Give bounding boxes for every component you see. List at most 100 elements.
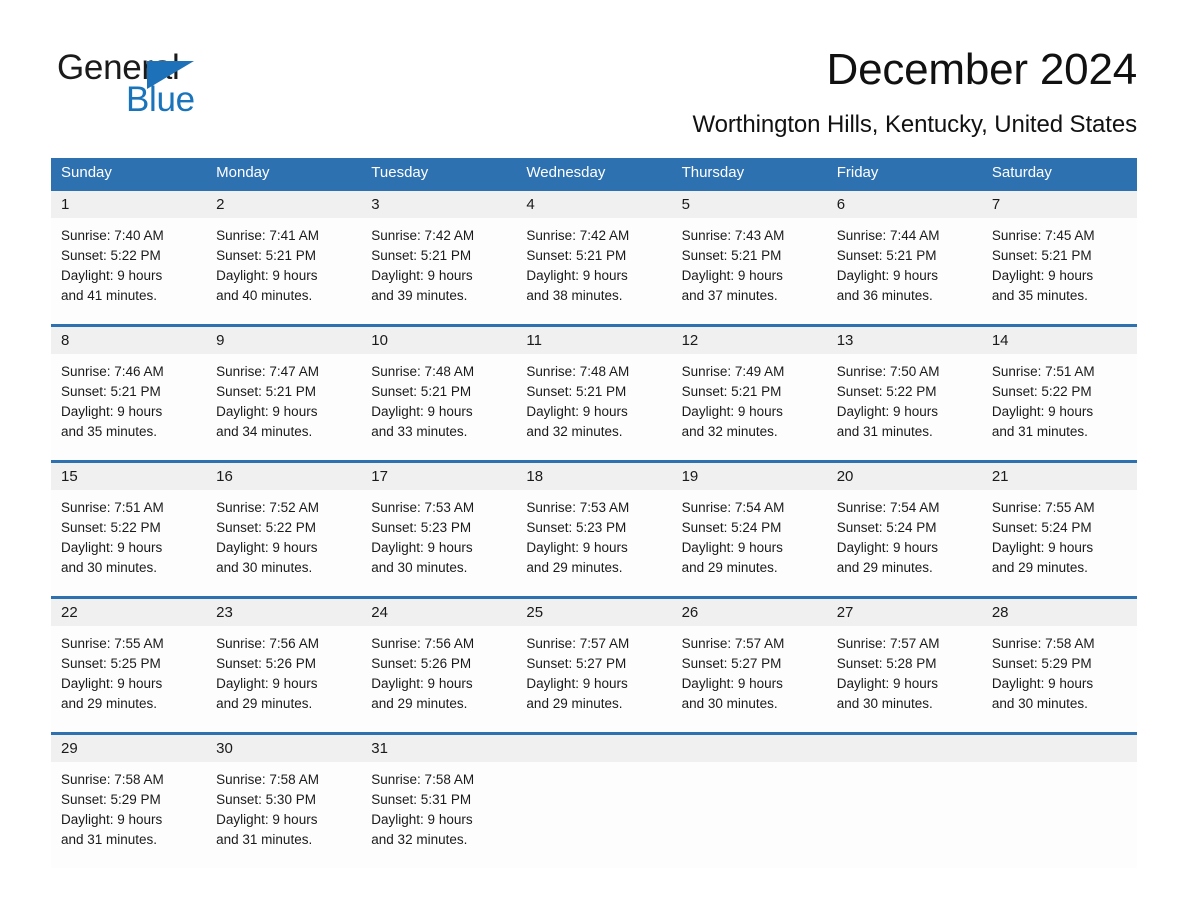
- daylight-text-line2: and 39 minutes.: [371, 288, 468, 303]
- day-cell[interactable]: Sunrise: 7:57 AM Sunset: 5:27 PM Dayligh…: [516, 626, 671, 732]
- day-number[interactable]: 4: [516, 191, 671, 218]
- day-number[interactable]: 18: [516, 463, 671, 490]
- sunset-text: Sunset: 5:23 PM: [371, 520, 472, 535]
- daylight-text-line2: and 32 minutes.: [681, 424, 778, 439]
- week-detail-band: Sunrise: 7:58 AM Sunset: 5:29 PM Dayligh…: [51, 762, 1137, 868]
- day-cell[interactable]: Sunrise: 7:51 AM Sunset: 5:22 PM Dayligh…: [51, 490, 206, 596]
- sunset-text: Sunset: 5:22 PM: [61, 248, 161, 263]
- day-number[interactable]: 8: [51, 327, 206, 354]
- daylight-text-line2: and 37 minutes.: [681, 288, 778, 303]
- week-date-band: 15 16 17 18 19 20 21: [51, 463, 1137, 490]
- sunset-text: Sunset: 5:26 PM: [371, 656, 472, 671]
- day-cell[interactable]: Sunrise: 7:42 AM Sunset: 5:21 PM Dayligh…: [361, 218, 516, 324]
- daylight-text-line2: and 30 minutes.: [216, 560, 313, 575]
- week-detail-band: Sunrise: 7:40 AM Sunset: 5:22 PM Dayligh…: [51, 218, 1137, 324]
- day-number[interactable]: 13: [827, 327, 982, 354]
- day-number[interactable]: 19: [672, 463, 827, 490]
- week-detail-band: Sunrise: 7:55 AM Sunset: 5:25 PM Dayligh…: [51, 626, 1137, 732]
- sunrise-text: Sunrise: 7:42 AM: [526, 228, 630, 243]
- day-cell[interactable]: Sunrise: 7:47 AM Sunset: 5:21 PM Dayligh…: [206, 354, 361, 460]
- day-number[interactable]: 17: [361, 463, 516, 490]
- sunset-text: Sunset: 5:24 PM: [991, 520, 1092, 535]
- sunrise-text: Sunrise: 7:54 AM: [681, 500, 785, 515]
- daylight-text-line2: and 29 minutes.: [526, 696, 623, 711]
- daylight-text-line2: and 29 minutes.: [991, 560, 1088, 575]
- daylight-text-line2: and 29 minutes.: [681, 560, 778, 575]
- daylight-text-line2: and 40 minutes.: [216, 288, 313, 303]
- day-number[interactable]: 23: [206, 599, 361, 626]
- day-number[interactable]: 27: [827, 599, 982, 626]
- day-number[interactable]: 2: [206, 191, 361, 218]
- day-number[interactable]: 31: [361, 735, 516, 762]
- day-cell[interactable]: Sunrise: 7:56 AM Sunset: 5:26 PM Dayligh…: [206, 626, 361, 732]
- day-cell[interactable]: Sunrise: 7:42 AM Sunset: 5:21 PM Dayligh…: [516, 218, 671, 324]
- day-cell[interactable]: Sunrise: 7:54 AM Sunset: 5:24 PM Dayligh…: [672, 490, 827, 596]
- daylight-text-line1: Daylight: 9 hours: [526, 676, 628, 691]
- day-number[interactable]: 10: [361, 327, 516, 354]
- daylight-text-line1: Daylight: 9 hours: [991, 268, 1094, 283]
- day-cell[interactable]: Sunrise: 7:43 AM Sunset: 5:21 PM Dayligh…: [672, 218, 827, 324]
- day-cell[interactable]: Sunrise: 7:55 AM Sunset: 5:25 PM Dayligh…: [51, 626, 206, 732]
- day-cell[interactable]: Sunrise: 7:44 AM Sunset: 5:21 PM Dayligh…: [827, 218, 982, 324]
- day-number[interactable]: 22: [51, 599, 206, 626]
- day-number[interactable]: 21: [982, 463, 1137, 490]
- sunrise-text: Sunrise: 7:47 AM: [216, 364, 319, 379]
- sunrise-text: Sunrise: 7:57 AM: [836, 636, 940, 651]
- day-cell[interactable]: Sunrise: 7:51 AM Sunset: 5:22 PM Dayligh…: [982, 354, 1137, 460]
- daylight-text-line1: Daylight: 9 hours: [61, 676, 163, 691]
- daylight-text-line1: Daylight: 9 hours: [991, 404, 1094, 419]
- day-cell[interactable]: Sunrise: 7:53 AM Sunset: 5:23 PM Dayligh…: [516, 490, 671, 596]
- day-cell[interactable]: Sunrise: 7:52 AM Sunset: 5:22 PM Dayligh…: [206, 490, 361, 596]
- day-cell[interactable]: Sunrise: 7:58 AM Sunset: 5:29 PM Dayligh…: [51, 762, 206, 868]
- sunrise-text: Sunrise: 7:55 AM: [61, 636, 164, 651]
- daylight-text-line2: and 29 minutes.: [836, 560, 933, 575]
- day-cell[interactable]: Sunrise: 7:56 AM Sunset: 5:26 PM Dayligh…: [361, 626, 516, 732]
- day-number[interactable]: 26: [672, 599, 827, 626]
- day-number[interactable]: 1: [51, 191, 206, 218]
- sunrise-text: Sunrise: 7:56 AM: [371, 636, 475, 651]
- day-number[interactable]: 29: [51, 735, 206, 762]
- daylight-text-line1: Daylight: 9 hours: [681, 404, 783, 419]
- sunrise-text: Sunrise: 7:58 AM: [371, 772, 475, 787]
- day-number[interactable]: 11: [516, 327, 671, 354]
- day-cell[interactable]: Sunrise: 7:41 AM Sunset: 5:21 PM Dayligh…: [206, 218, 361, 324]
- day-number[interactable]: 28: [982, 599, 1137, 626]
- day-cell[interactable]: Sunrise: 7:45 AM Sunset: 5:21 PM Dayligh…: [982, 218, 1137, 324]
- day-cell[interactable]: Sunrise: 7:53 AM Sunset: 5:23 PM Dayligh…: [361, 490, 516, 596]
- sunrise-text: Sunrise: 7:48 AM: [526, 364, 630, 379]
- day-number[interactable]: 3: [361, 191, 516, 218]
- day-number[interactable]: 24: [361, 599, 516, 626]
- sunset-text: Sunset: 5:24 PM: [681, 520, 782, 535]
- day-cell[interactable]: Sunrise: 7:48 AM Sunset: 5:21 PM Dayligh…: [516, 354, 671, 460]
- day-number[interactable]: 6: [827, 191, 982, 218]
- day-cell[interactable]: Sunrise: 7:50 AM Sunset: 5:22 PM Dayligh…: [827, 354, 982, 460]
- weekday-monday: Monday: [216, 164, 270, 181]
- day-cell[interactable]: Sunrise: 7:55 AM Sunset: 5:24 PM Dayligh…: [982, 490, 1137, 596]
- day-number[interactable]: 9: [206, 327, 361, 354]
- day-number[interactable]: 16: [206, 463, 361, 490]
- day-number[interactable]: 20: [827, 463, 982, 490]
- day-number[interactable]: 5: [672, 191, 827, 218]
- day-number[interactable]: 14: [982, 327, 1137, 354]
- day-cell[interactable]: Sunrise: 7:58 AM Sunset: 5:31 PM Dayligh…: [361, 762, 516, 868]
- day-cell[interactable]: Sunrise: 7:49 AM Sunset: 5:21 PM Dayligh…: [672, 354, 827, 460]
- day-number[interactable]: 7: [982, 191, 1137, 218]
- day-cell[interactable]: Sunrise: 7:46 AM Sunset: 5:21 PM Dayligh…: [51, 354, 206, 460]
- daylight-text-line2: and 32 minutes.: [526, 424, 623, 439]
- daylight-text-line1: Daylight: 9 hours: [681, 268, 783, 283]
- day-number[interactable]: 30: [206, 735, 361, 762]
- day-cell[interactable]: Sunrise: 7:58 AM Sunset: 5:30 PM Dayligh…: [206, 762, 361, 868]
- day-number[interactable]: 25: [516, 599, 671, 626]
- sunrise-text: Sunrise: 7:51 AM: [61, 500, 164, 515]
- day-number[interactable]: 15: [51, 463, 206, 490]
- sunset-text: Sunset: 5:21 PM: [371, 248, 472, 263]
- sunrise-text: Sunrise: 7:49 AM: [681, 364, 785, 379]
- day-cell[interactable]: Sunrise: 7:58 AM Sunset: 5:29 PM Dayligh…: [982, 626, 1137, 732]
- day-cell[interactable]: Sunrise: 7:40 AM Sunset: 5:22 PM Dayligh…: [51, 218, 206, 324]
- day-number[interactable]: 12: [672, 327, 827, 354]
- sunset-text: Sunset: 5:22 PM: [216, 520, 316, 535]
- day-cell[interactable]: Sunrise: 7:57 AM Sunset: 5:28 PM Dayligh…: [827, 626, 982, 732]
- day-cell[interactable]: Sunrise: 7:48 AM Sunset: 5:21 PM Dayligh…: [361, 354, 516, 460]
- day-cell[interactable]: Sunrise: 7:57 AM Sunset: 5:27 PM Dayligh…: [672, 626, 827, 732]
- day-cell[interactable]: Sunrise: 7:54 AM Sunset: 5:24 PM Dayligh…: [827, 490, 982, 596]
